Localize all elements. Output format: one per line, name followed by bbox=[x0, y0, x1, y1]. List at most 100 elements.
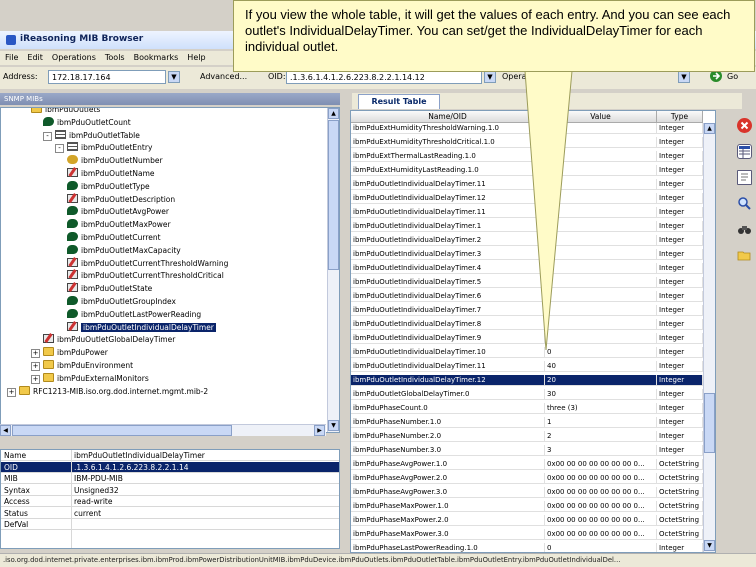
tree-node[interactable]: + ibmPduPower bbox=[31, 347, 108, 359]
mib-tree[interactable]: ▲ ▼ ibmPduOutlets ibmPduOutletCount - ibmPd… bbox=[0, 107, 340, 433]
scroll-up-icon[interactable]: ▲ bbox=[328, 108, 339, 119]
table-row[interactable]: ibmPduExtThermalLastReading.1.0 Integer bbox=[351, 151, 703, 163]
table-row[interactable]: ibmPduOutletIndividualDelayTimer.4 Intege… bbox=[351, 263, 703, 275]
tree-node[interactable]: ibmPduOutletGlobalDelayTimer bbox=[43, 334, 175, 346]
table-row[interactable]: ibmPduOutletIndividualDelayTimer.12 Integ… bbox=[351, 193, 703, 205]
scroll-left-icon[interactable]: ◀ bbox=[0, 425, 11, 436]
table-row[interactable]: ibmPduOutletIndividualDelayTimer.2 Intege… bbox=[351, 235, 703, 247]
tree-node[interactable]: ibmPduOutletNumber bbox=[67, 155, 163, 167]
operations-dropdown-button[interactable]: ▼ bbox=[678, 71, 690, 83]
result-scroll-up-icon[interactable]: ▲ bbox=[704, 123, 715, 134]
scroll-right-icon[interactable]: ▶ bbox=[314, 425, 325, 436]
column-header-name-oid[interactable]: Name/OID bbox=[351, 111, 545, 123]
table-row[interactable]: ibmPduPhaseMaxPower.1.0 0x00 00 00 00 00 … bbox=[351, 501, 703, 513]
property-row[interactable]: Access read-write bbox=[1, 496, 339, 507]
table-row[interactable]: ibmPduOutletIndividualDelayTimer.3 Intege… bbox=[351, 249, 703, 261]
table-row[interactable]: ibmPduOutletIndividualDelayTimer.1 Intege… bbox=[351, 221, 703, 233]
tree-node[interactable]: + RFC1213-MIB.iso.org.dod.internet.mgmt.m… bbox=[7, 385, 208, 398]
tree-node[interactable]: ibmPduOutletCurrentThresholdWarning bbox=[67, 257, 228, 270]
table-row[interactable]: ibmPduExtHumidityThresholdCritical.1.0 In… bbox=[351, 137, 703, 149]
table-row[interactable]: ibmPduOutletIndividualDelayTimer.7 Intege… bbox=[351, 305, 703, 317]
result-scroll-down-icon[interactable]: ▼ bbox=[704, 540, 715, 551]
expand-icon[interactable]: + bbox=[31, 374, 40, 384]
open-folder-icon[interactable] bbox=[737, 248, 752, 263]
menu-item-bookmarks[interactable]: Bookmarks bbox=[129, 51, 183, 62]
menu-item-help[interactable]: Help bbox=[182, 51, 209, 62]
property-row[interactable]: Name ibmPduOutletIndividualDelayTimer bbox=[1, 450, 339, 461]
property-row[interactable]: DefVal bbox=[1, 519, 339, 530]
search-icon[interactable] bbox=[737, 196, 752, 211]
column-header-type[interactable]: Type bbox=[657, 111, 703, 123]
menu-item-operations[interactable]: Operations bbox=[47, 51, 100, 62]
table-row[interactable]: ibmPduPhaseAvgPower.2.0 0x00 00 00 00 00 … bbox=[351, 473, 703, 485]
table-row[interactable]: ibmPduPhaseMaxPower.3.0 0x00 00 00 00 00 … bbox=[351, 529, 703, 541]
table-row[interactable]: ibmPduExtHumidityThresholdWarning.1.0 Int… bbox=[351, 123, 703, 135]
collapse-icon[interactable]: - bbox=[55, 144, 64, 154]
table-row[interactable]: ibmPduOutletIndividualDelayTimer.11 40 Int… bbox=[351, 361, 703, 373]
result-vertical-scrollbar[interactable]: ▲ ▼ bbox=[703, 123, 715, 552]
table-row[interactable]: ibmPduPhaseNumber.2.0 2 Integer bbox=[351, 431, 703, 443]
tree-node[interactable]: - ibmPduOutletTable bbox=[43, 129, 140, 142]
table-row[interactable]: ibmPduOutletIndividualDelayTimer.12 20 Int… bbox=[351, 375, 703, 387]
tree-node[interactable]: ibmPduOutletMaxPower bbox=[67, 219, 171, 231]
tree-vertical-scrollbar[interactable]: ▲ ▼ bbox=[327, 108, 339, 432]
property-row[interactable]: Status current bbox=[1, 508, 339, 519]
tree-node[interactable]: ibmPduOutletCount bbox=[43, 116, 131, 129]
tree-node[interactable]: ibmPduOutletAvgPower bbox=[67, 206, 169, 218]
property-row[interactable]: OID .1.3.6.1.4.1.2.6.223.8.2.2.1.14 bbox=[1, 461, 339, 473]
column-header-value[interactable]: Value bbox=[545, 111, 657, 123]
tree-scroll-thumb[interactable] bbox=[328, 120, 339, 270]
table-row[interactable]: ibmPduOutletIndividualDelayTimer.9 Intege… bbox=[351, 333, 703, 345]
tree-node[interactable]: ibmPduOutletCurrent bbox=[67, 232, 161, 244]
table-row[interactable]: ibmPduOutletIndividualDelayTimer.5 Intege… bbox=[351, 277, 703, 289]
tree-node[interactable]: ibmPduOutletType bbox=[67, 180, 150, 193]
address-dropdown-button[interactable]: ▼ bbox=[168, 71, 180, 83]
tree-node[interactable]: ibmPduOutletLastPowerReading bbox=[67, 308, 201, 321]
table-row[interactable]: ibmPduPhaseNumber.1.0 1 Integer bbox=[351, 417, 703, 429]
tree-node[interactable]: ibmPduOutletCurrentThresholdCritical bbox=[67, 270, 224, 282]
tree-node[interactable]: + ibmPduExternalMonitors bbox=[31, 372, 149, 385]
property-row[interactable]: Syntax Unsigned32 bbox=[1, 485, 339, 496]
expand-icon[interactable]: + bbox=[31, 349, 40, 359]
tree-node[interactable]: ibmPduOutletState bbox=[67, 283, 152, 295]
delete-icon[interactable] bbox=[737, 118, 752, 133]
property-row[interactable]: MIB IBM-PDU-MIB bbox=[1, 473, 339, 484]
result-table[interactable]: Name/OID Value Type ▲ ▼ ibmPduExtHumidit… bbox=[350, 110, 716, 553]
menu-item-file[interactable]: File bbox=[0, 51, 22, 62]
expand-icon[interactable]: + bbox=[31, 362, 40, 371]
table-row[interactable]: ibmPduOutletIndividualDelayTimer.8 Intege… bbox=[351, 319, 703, 331]
table-row[interactable]: ibmPduOutletIndividualDelayTimer.10 0 Inte… bbox=[351, 347, 703, 359]
document-icon[interactable] bbox=[737, 170, 752, 185]
address-input[interactable]: 172.18.17.164 bbox=[48, 70, 166, 84]
tree-node[interactable]: - ibmPduOutletEntry bbox=[55, 142, 152, 154]
tab-result-table[interactable]: Result Table bbox=[358, 94, 440, 109]
oid-input[interactable]: .1.3.6.1.4.1.2.6.223.8.2.2.1.14.12 bbox=[286, 70, 482, 84]
table-view-icon[interactable] bbox=[737, 144, 752, 159]
tree-node[interactable]: + ibmPduEnvironment bbox=[31, 360, 133, 372]
go-button[interactable]: Go bbox=[727, 72, 738, 81]
tree-horizontal-scrollbar[interactable]: ◀ ▶ bbox=[0, 424, 326, 436]
table-row[interactable]: ibmPduOutletIndividualDelayTimer.11 Integ… bbox=[351, 179, 703, 191]
table-row[interactable]: ibmPduOutletIndividualDelayTimer.6 Intege… bbox=[351, 291, 703, 303]
table-row[interactable]: ibmPduPhaseAvgPower.3.0 0x00 00 00 00 00 … bbox=[351, 487, 703, 499]
expand-icon[interactable]: + bbox=[7, 387, 16, 397]
menu-item-tools[interactable]: Tools bbox=[100, 51, 129, 62]
table-row[interactable]: ibmPduExtHumidityLastReading.1.0 Integer bbox=[351, 165, 703, 177]
advanced-button[interactable]: Advanced... bbox=[200, 72, 247, 81]
tree-node[interactable]: ibmPduOutletGroupIndex bbox=[67, 296, 176, 308]
table-row[interactable]: ibmPduPhaseNumber.3.0 3 Integer bbox=[351, 445, 703, 457]
table-row[interactable]: ibmPduPhaseMaxPower.2.0 0x00 00 00 00 00 … bbox=[351, 515, 703, 527]
tree-node[interactable]: ibmPduOutletName bbox=[67, 168, 155, 180]
tree-node[interactable]: ibmPduOutletMaxCapacity bbox=[67, 244, 181, 257]
tree-node[interactable]: ibmPduOutletIndividualDelayTimer bbox=[67, 321, 216, 334]
tree-node[interactable]: ibmPduOutlets bbox=[31, 108, 100, 116]
table-row[interactable]: ibmPduPhaseCount.0 three (3) Integer bbox=[351, 403, 703, 415]
tree-node[interactable]: ibmPduOutletDescription bbox=[67, 193, 175, 206]
collapse-icon[interactable]: - bbox=[43, 131, 52, 141]
table-row[interactable]: ibmPduOutletIndividualDelayTimer.11 Integ… bbox=[351, 207, 703, 219]
result-scroll-thumb[interactable] bbox=[704, 393, 715, 453]
table-row[interactable]: ibmPduPhaseAvgPower.1.0 0x00 00 00 00 00 … bbox=[351, 459, 703, 471]
tree-hscroll-thumb[interactable] bbox=[12, 425, 232, 436]
table-row[interactable]: ibmPduOutletGlobalDelayTimer.0 30 Integer bbox=[351, 389, 703, 401]
oid-dropdown-button[interactable]: ▼ bbox=[484, 71, 496, 83]
